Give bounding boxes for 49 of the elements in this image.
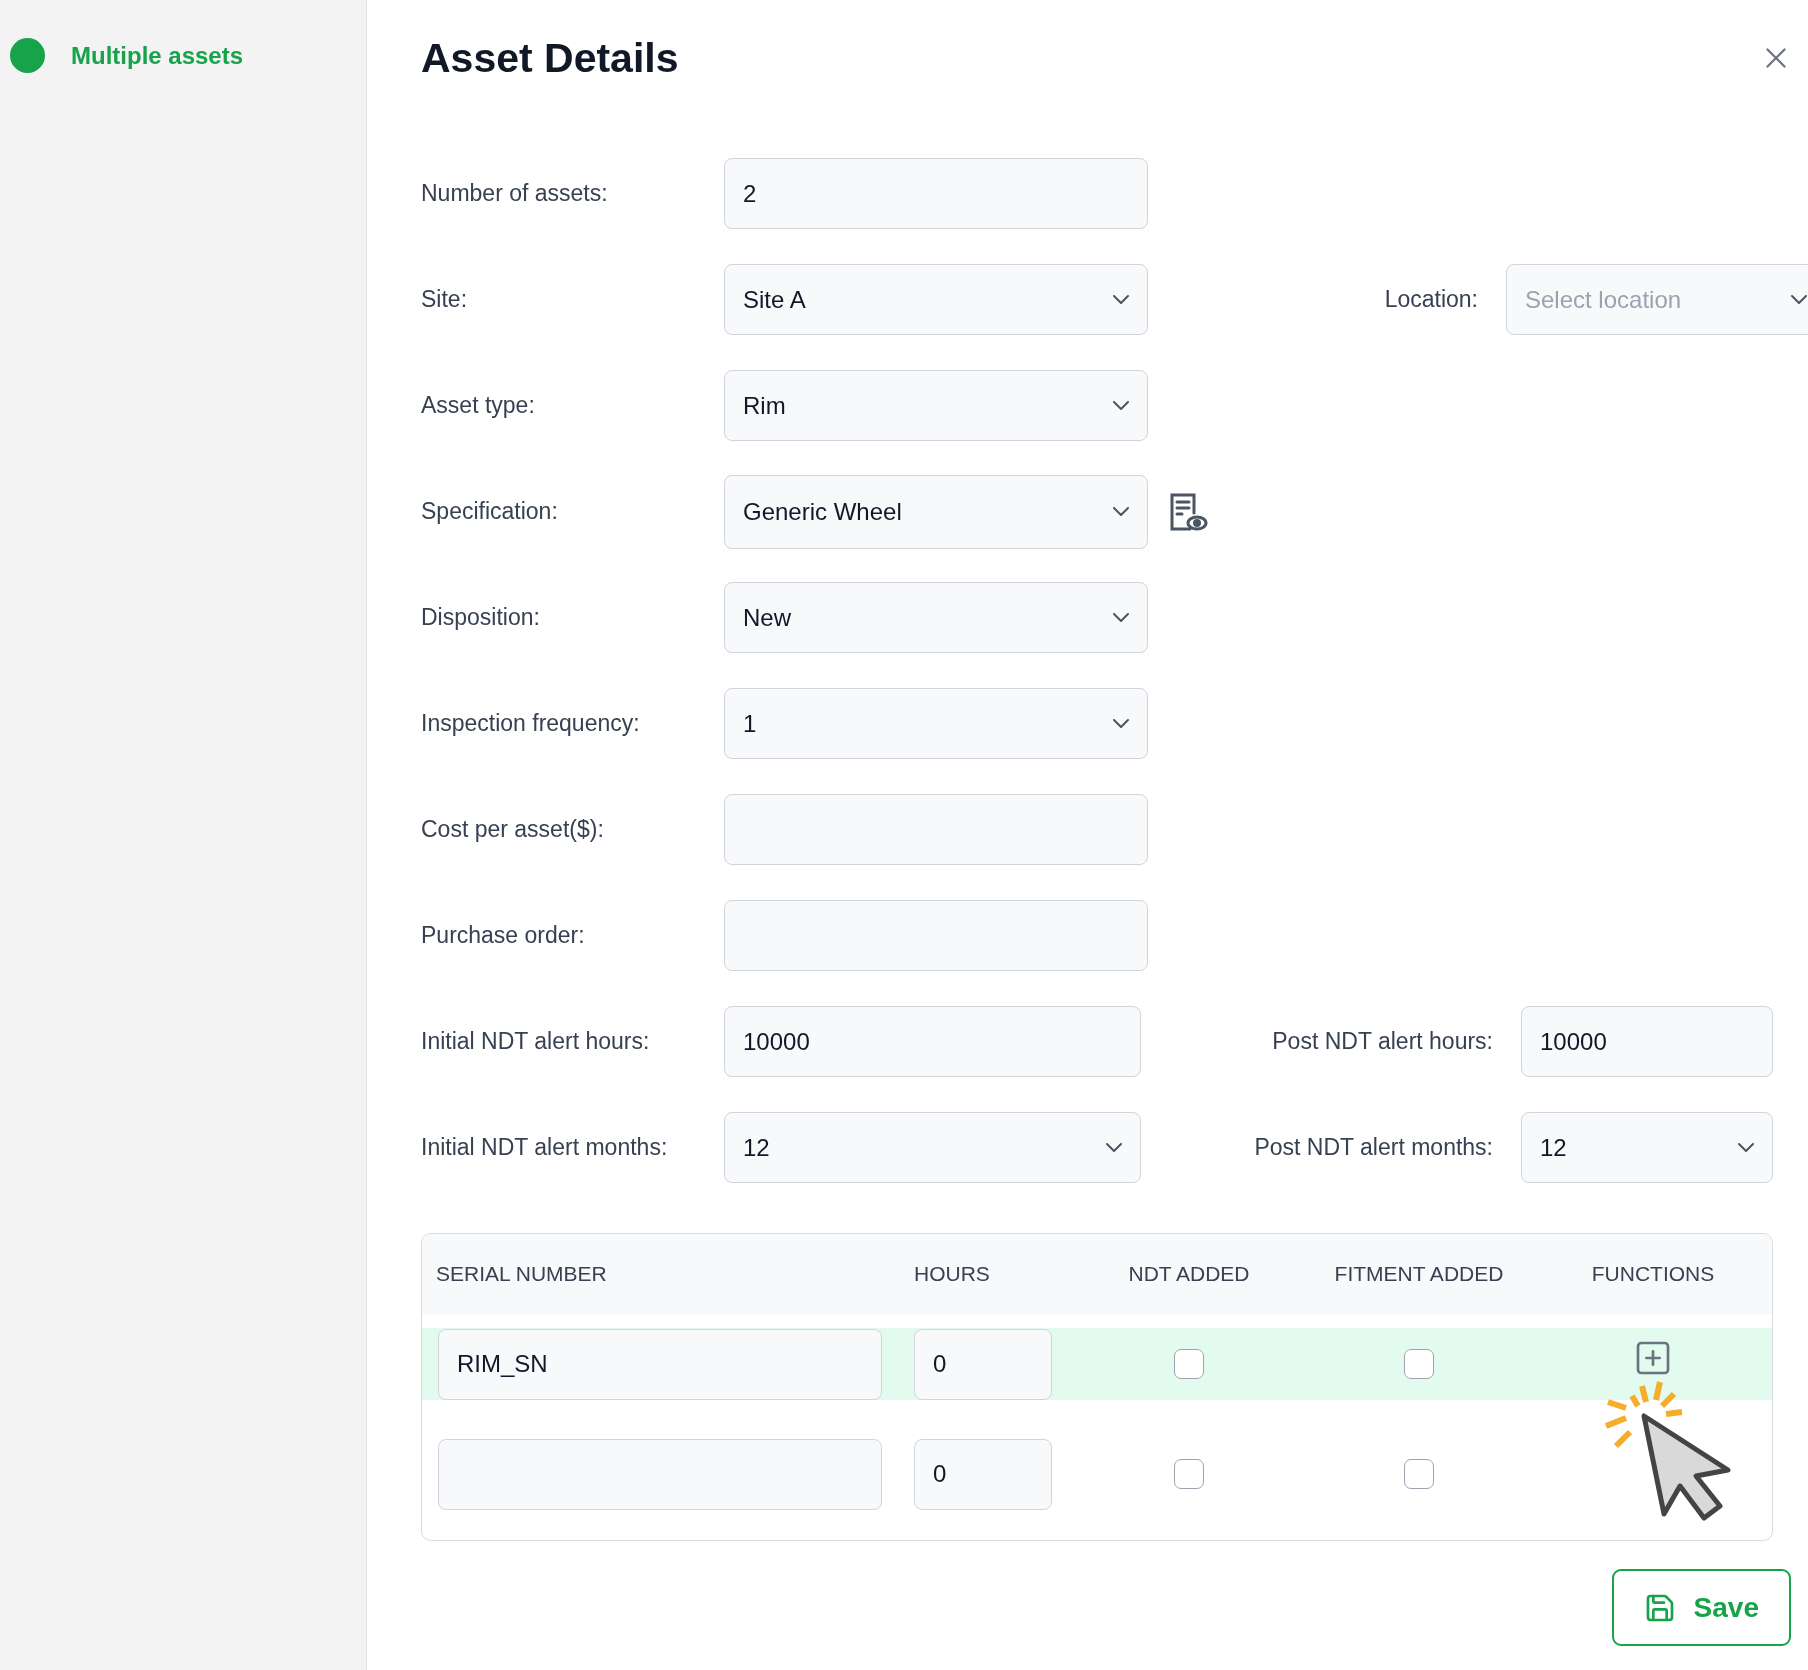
- select-field[interactable]: 1: [724, 688, 1148, 759]
- field-label: Post NDT alert hours:: [1272, 1028, 1493, 1055]
- chevron-down-icon: [1106, 1143, 1122, 1152]
- field-label: Number of assets:: [421, 180, 609, 207]
- chevron-down-icon: [1113, 295, 1129, 304]
- column-header: NDT ADDED: [1127, 1262, 1251, 1286]
- input-field[interactable]: 10000: [1521, 1006, 1773, 1077]
- checkbox[interactable]: [1174, 1349, 1204, 1379]
- table-row[interactable]: 0: [422, 1438, 1772, 1510]
- dialog-title: Asset Details: [421, 34, 679, 82]
- field-label: Inspection frequency:: [421, 710, 641, 737]
- field-label: Post NDT alert months:: [1254, 1134, 1493, 1161]
- field-label: Disposition:: [421, 604, 541, 631]
- field-label: Location:: [1384, 286, 1478, 313]
- input-field[interactable]: 2: [724, 158, 1148, 229]
- field-label: Initial NDT alert months:: [421, 1134, 669, 1161]
- input-field[interactable]: [724, 900, 1148, 971]
- chevron-down-icon: [1113, 401, 1129, 410]
- field-label: Specification:: [421, 498, 559, 525]
- field-label: Purchase order:: [421, 922, 586, 949]
- chevron-down-icon: [1113, 507, 1129, 516]
- column-header: HOURS: [914, 1262, 991, 1286]
- select-field[interactable]: New: [724, 582, 1148, 653]
- input-field[interactable]: 0: [914, 1438, 1052, 1510]
- checkbox[interactable]: [1404, 1459, 1434, 1489]
- field-label: Initial NDT alert hours:: [421, 1028, 651, 1055]
- input-field[interactable]: RIM_SN: [438, 1328, 882, 1400]
- field-label: Cost per asset($):: [421, 816, 605, 843]
- field-label: Asset type:: [421, 392, 536, 419]
- chevron-down-icon: [1738, 1143, 1754, 1152]
- input-field[interactable]: [724, 794, 1148, 865]
- select-field[interactable]: 12: [1521, 1112, 1773, 1183]
- field-label: Site:: [421, 286, 469, 313]
- chevron-down-icon: [1113, 613, 1129, 622]
- input-field[interactable]: [438, 1438, 882, 1510]
- select-field[interactable]: Rim: [724, 370, 1148, 441]
- input-field[interactable]: 10000: [724, 1006, 1141, 1077]
- select-field[interactable]: 12: [724, 1112, 1141, 1183]
- column-header: SERIAL NUMBER: [435, 1262, 608, 1286]
- chevron-down-icon: [1113, 719, 1129, 728]
- select-field[interactable]: Generic Wheel: [724, 474, 1148, 549]
- checkbox[interactable]: [1174, 1459, 1204, 1489]
- column-header: FUNCTIONS: [1590, 1262, 1716, 1286]
- input-field[interactable]: 0: [914, 1328, 1052, 1400]
- column-header: FITMENT ADDED: [1333, 1262, 1505, 1286]
- table-row[interactable]: RIM_SN 0: [422, 1328, 1772, 1400]
- checkbox[interactable]: [1404, 1349, 1434, 1379]
- select-field[interactable]: Site A: [724, 264, 1148, 335]
- chevron-down-icon: [1791, 295, 1807, 304]
